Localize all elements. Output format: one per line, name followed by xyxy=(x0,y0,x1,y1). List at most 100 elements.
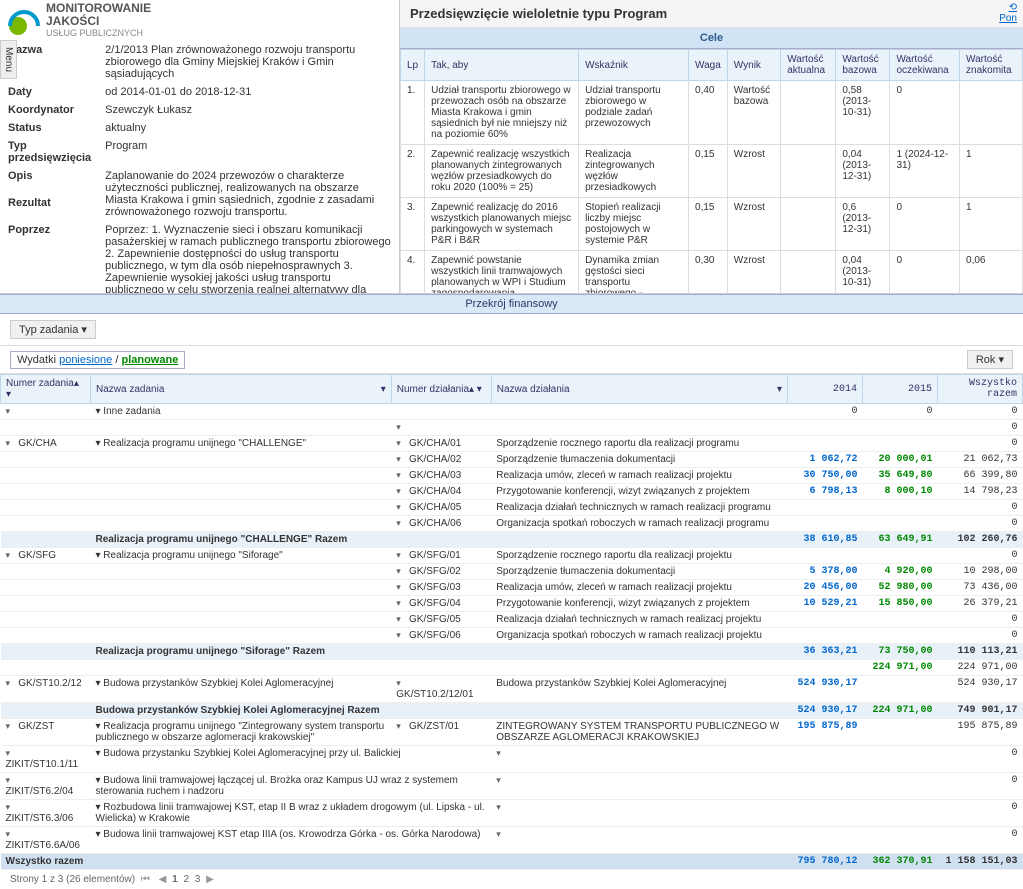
act-num[interactable]: ▾ GK/CHA/04 xyxy=(391,484,491,500)
act-num[interactable]: ▾ GK/SFG/05 xyxy=(391,612,491,628)
act-name: Sporządzenie rocznego raportu dla realiz… xyxy=(491,548,787,564)
cell: 10 298,00 xyxy=(938,564,1023,580)
task-num[interactable]: ▾ ZIKIT/ST6.3/06 xyxy=(1,800,91,827)
fcol-nz[interactable]: Numer zadania▴ ▾ xyxy=(1,375,91,404)
fcol-y1[interactable]: 2014 xyxy=(788,375,863,404)
cell: 8 000,10 xyxy=(863,484,938,500)
pager-prev[interactable]: ◀ xyxy=(156,874,170,885)
cele-cell-wynik: Wzrost xyxy=(727,251,780,294)
act-num[interactable]: ▾ GK/CHA/02 xyxy=(391,452,491,468)
cell xyxy=(788,420,863,436)
cell xyxy=(91,628,392,644)
task-num[interactable]: ▾ GK/SFG xyxy=(1,548,91,564)
value-status: aktualny xyxy=(99,120,397,136)
act-num[interactable]: ▾ GK/SFG/04 xyxy=(391,596,491,612)
task-num[interactable]: ▾ GK/ST10.2/12 xyxy=(1,676,91,703)
cell: 0 xyxy=(788,404,863,420)
cell: 524 930,17 xyxy=(788,676,863,703)
brand-line3: USŁUG PUBLICZNYCH xyxy=(46,28,151,38)
act-num[interactable]: ▾ GK/CHA/03 xyxy=(391,468,491,484)
col-baz[interactable]: Wartość bazowa xyxy=(836,50,890,81)
expand[interactable]: ▾ xyxy=(391,420,491,436)
typ-zadania-filter[interactable]: Typ zadania ▾ xyxy=(10,320,96,339)
col-ocz[interactable]: Wartość oczekiwana xyxy=(890,50,960,81)
task-name: ▾ Budowa przystanku Szybkiej Kolei Aglom… xyxy=(91,746,492,773)
sum-name: Realizacja programu unijnego "Siforage" … xyxy=(91,644,788,660)
expand-icon[interactable]: ▾ xyxy=(6,550,16,561)
rok-filter[interactable]: Rok ▾ xyxy=(967,350,1013,369)
expand[interactable]: ▾ xyxy=(491,773,787,800)
cell: 73 750,00 xyxy=(863,644,938,660)
expand-icon[interactable]: ▾ xyxy=(6,438,16,449)
col-tak[interactable]: Tak, aby xyxy=(425,50,579,81)
label-status: Status xyxy=(2,120,97,136)
pager-next[interactable]: ▶ xyxy=(203,874,217,885)
cell: 102 260,76 xyxy=(938,532,1023,548)
cele-cell-wynik: Wzrost xyxy=(727,198,780,251)
expand[interactable]: ▾ xyxy=(491,746,787,773)
act-num[interactable]: ▾ GK/CHA/06 xyxy=(391,516,491,532)
tab-planowane[interactable]: planowane xyxy=(121,354,178,366)
task-num[interactable]: ▾ GK/ZST xyxy=(1,719,91,746)
act-num[interactable]: ▾ GK/SFG/02 xyxy=(391,564,491,580)
act-num[interactable]: ▾ GK/ST10.2/12/01 xyxy=(391,676,491,703)
act-num[interactable]: ▾ GK/SFG/01 xyxy=(391,548,491,564)
cell: 224 971,00 xyxy=(863,703,938,719)
act-num[interactable]: ▾ GK/CHA/05 xyxy=(391,500,491,516)
fcol-naz[interactable]: Nazwa zadania ▾ xyxy=(91,375,392,404)
cell xyxy=(491,660,787,676)
expand[interactable]: ▾ xyxy=(1,404,91,420)
task-num[interactable]: ▾ ZIKIT/ST6.2/04 xyxy=(1,773,91,800)
cell xyxy=(863,676,938,703)
col-waga[interactable]: Waga xyxy=(689,50,728,81)
pager-first[interactable]: ⏮ xyxy=(138,874,153,885)
filter-row: Typ zadania ▾ xyxy=(0,314,1023,346)
act-num[interactable]: ▾ GK/SFG/06 xyxy=(391,628,491,644)
task-num[interactable]: ▾ ZIKIT/ST6.6A/06 xyxy=(1,827,91,854)
label-opis: Opis xyxy=(2,168,97,193)
fcol-y2[interactable]: 2015 xyxy=(863,375,938,404)
table-row: ▾ GK/CHA/02Sporządzenie tłumaczenia doku… xyxy=(1,452,1023,468)
pager-p2[interactable]: 2 xyxy=(180,874,192,885)
cell: 0 xyxy=(938,436,1023,452)
col-wsk[interactable]: Wskaźnik xyxy=(579,50,689,81)
table-row: ▾ GK/SFG/04Przygotowanie konferencji, wi… xyxy=(1,596,1023,612)
cell xyxy=(788,612,863,628)
col-akt[interactable]: Wartość aktualna xyxy=(781,50,836,81)
tab-poniesione[interactable]: poniesione xyxy=(59,354,112,366)
act-name: Realizacja działań technicznych w ramach… xyxy=(491,500,787,516)
cell xyxy=(1,516,91,532)
col-wynik[interactable]: Wynik xyxy=(727,50,780,81)
col-lp[interactable]: Lp xyxy=(401,50,425,81)
cell: 524 930,17 xyxy=(938,676,1023,703)
side-menu-tab[interactable]: Menu xyxy=(0,40,17,79)
fcol-nazd[interactable]: Nazwa działania ▾ xyxy=(491,375,787,404)
cele-cell-zn: 1 xyxy=(960,198,1023,251)
act-num[interactable]: ▾ GK/SFG/03 xyxy=(391,580,491,596)
cele-cell-wynik: Wzrost xyxy=(727,145,780,198)
fcol-all[interactable]: Wszystko razem xyxy=(938,375,1023,404)
table-row: 224 971,00224 971,00 xyxy=(1,660,1023,676)
col-zn[interactable]: Wartość znakomita xyxy=(960,50,1023,81)
label-poprzez: Poprzez xyxy=(2,222,97,293)
cell xyxy=(1,660,91,676)
pon-link[interactable]: ⟲Pon xyxy=(999,2,1017,24)
expand-icon[interactable]: ▾ xyxy=(6,406,16,417)
expand[interactable]: ▾ xyxy=(491,800,787,827)
cell xyxy=(91,564,392,580)
fcol-nd[interactable]: Numer działania▴ ▾ xyxy=(391,375,491,404)
task-num[interactable]: ▾ GK/CHA xyxy=(1,436,91,452)
act-name: Przygotowanie konferencji, wizyt związan… xyxy=(491,484,787,500)
task-num[interactable]: ▾ ZIKIT/ST10.1/11 xyxy=(1,746,91,773)
pager-p1[interactable]: 1 xyxy=(172,874,178,885)
act-num[interactable]: ▾ GK/CHA/01 xyxy=(391,436,491,452)
pager-p3[interactable]: 3 xyxy=(195,874,201,885)
act-name: Sporządzenie rocznego raportu dla realiz… xyxy=(491,436,787,452)
expand[interactable]: ▾ xyxy=(491,827,787,854)
cell: 0 xyxy=(938,773,1023,800)
sum-name: Realizacja programu unijnego "CHALLENGE"… xyxy=(91,532,788,548)
cele-cell-baz: 0,04 (2013-12-31) xyxy=(836,145,890,198)
cell xyxy=(91,484,392,500)
task-name: ▾ Realizacja programu unijnego "Siforage… xyxy=(91,548,392,564)
act-num[interactable]: ▾ GK/ZST/01 xyxy=(391,719,491,746)
